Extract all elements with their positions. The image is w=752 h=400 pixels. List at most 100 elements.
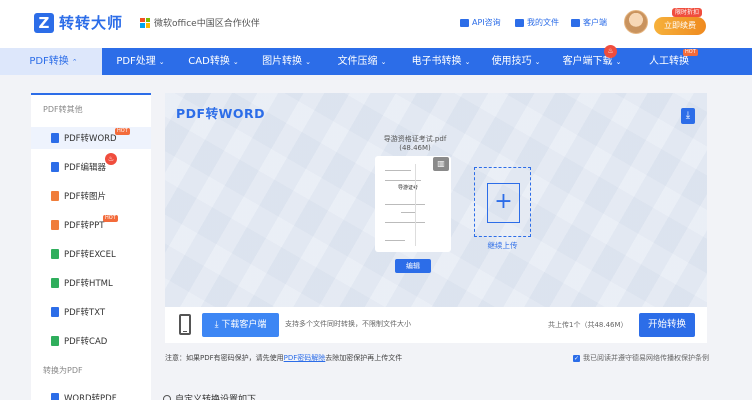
nav-label: CAD转换 bbox=[188, 56, 230, 67]
agreement[interactable]: ✓ 我已阅读并遵守德易网络传播权保护条例 bbox=[573, 353, 709, 363]
nav-label: 人工转换 bbox=[649, 56, 689, 67]
page: Z 转转大师 微软office中国区合作伙伴 API咨询 我的文件 客户端 限时… bbox=[0, 0, 752, 400]
notice-suffix: 去除加密保护再上传文件 bbox=[325, 354, 403, 362]
chevron-down-icon: ⌄ bbox=[380, 58, 387, 66]
avatar[interactable] bbox=[624, 10, 648, 34]
upload-count: 共上传1个（共48.46M） bbox=[548, 321, 628, 329]
nav-pdf-convert[interactable]: PDF转换 ⌃ bbox=[0, 48, 102, 75]
sidebar-item-label: WORD转PDF bbox=[64, 394, 117, 400]
download-client-button[interactable]: ⤓ 下载客户端 bbox=[202, 313, 279, 337]
sidebar-item-label: PDF编辑器 bbox=[64, 163, 107, 173]
nav-cad-convert[interactable]: CAD转换 ⌄ bbox=[179, 48, 248, 75]
renew-button[interactable]: 立即续费 bbox=[654, 17, 706, 35]
page-title: PDF转WORD bbox=[176, 106, 265, 121]
nav-file-compress[interactable]: 文件压缩 ⌄ bbox=[325, 48, 399, 75]
password-notice: 注意：如果PDF有密码保护，请先使用PDF密码解除去除加密保护再上传文件 bbox=[165, 353, 402, 363]
nav-tips[interactable]: 使用技巧 ⌄ bbox=[483, 48, 549, 75]
sidebar: PDF转其他 PDF转WORD HOT PDF编辑器 ♨ PDF转图片 PDF转… bbox=[31, 93, 151, 400]
continue-upload-label[interactable]: 继续上传 bbox=[465, 240, 540, 251]
sidebar-item-pdf-to-word[interactable]: PDF转WORD HOT bbox=[31, 127, 151, 149]
logo-text: 转转大师 bbox=[59, 14, 124, 32]
action-bar: ⤓ 下载客户端 支持多个文件同时转换，不限制文件大小 共上传1个（共48.46M… bbox=[165, 307, 707, 343]
download-icon[interactable]: ⤓ bbox=[681, 108, 695, 124]
continue-upload-box[interactable]: + bbox=[474, 167, 531, 237]
nav-label: 图片转换 bbox=[262, 56, 303, 67]
phone-icon bbox=[179, 314, 191, 335]
editor-icon bbox=[51, 162, 59, 172]
client-label: 客户端 bbox=[583, 18, 607, 27]
sidebar-item-label: PDF转PPT bbox=[64, 221, 105, 231]
cad-icon bbox=[51, 336, 59, 346]
partner-badge: 微软office中国区合作伙伴 bbox=[140, 16, 260, 29]
client-link[interactable]: 客户端 bbox=[571, 17, 607, 28]
settings-icon bbox=[163, 394, 171, 400]
sidebar-item-label: PDF转HTML bbox=[64, 279, 113, 289]
upload-hint: 支持多个文件同时转换，不限制文件大小 bbox=[285, 320, 411, 328]
sidebar-item-pdf-to-html[interactable]: PDF转HTML bbox=[31, 272, 151, 294]
chat-icon bbox=[460, 18, 469, 27]
logo[interactable]: Z 转转大师 bbox=[34, 12, 123, 33]
custom-settings[interactable]: 自定义转换设置如下 bbox=[163, 392, 256, 400]
sidebar-item-pdf-to-ppt[interactable]: PDF转PPT HOT bbox=[31, 214, 151, 236]
logo-icon: Z bbox=[34, 12, 54, 33]
start-convert-button[interactable]: 开始转换 bbox=[639, 313, 695, 337]
my-files-link[interactable]: 我的文件 bbox=[515, 17, 559, 28]
chevron-down-icon: ⌄ bbox=[232, 58, 239, 66]
thumb-line bbox=[385, 170, 411, 171]
chevron-down-icon: ⌄ bbox=[305, 58, 311, 66]
pdf-unlock-link[interactable]: PDF密码解除 bbox=[284, 354, 326, 362]
upload-area: PDF转WORD ⤓ 导游资格证考试.pdf (48.46M) 导游证考 ▥ 编… bbox=[165, 93, 707, 307]
flame-icon: ♨ bbox=[105, 153, 117, 165]
partner-text: 微软office中国区合作伙伴 bbox=[154, 19, 260, 29]
sidebar-item-pdf-to-txt[interactable]: PDF转TXT bbox=[31, 301, 151, 323]
word-icon bbox=[51, 393, 59, 400]
nav-manual-convert[interactable]: 人工转换 HOT bbox=[635, 48, 703, 75]
sidebar-item-label: PDF转EXCEL bbox=[64, 250, 116, 260]
txt-icon bbox=[51, 307, 59, 317]
thumb-line bbox=[385, 240, 405, 241]
microsoft-icon bbox=[140, 17, 150, 28]
custom-settings-label: 自定义转换设置如下 bbox=[175, 395, 257, 400]
sidebar-item-word-to-pdf[interactable]: WORD转PDF bbox=[31, 387, 151, 400]
my-files-label: 我的文件 bbox=[527, 18, 559, 27]
sidebar-item-label: PDF转图片 bbox=[64, 192, 107, 202]
agreement-label: 我已阅读并遵守德易网络传播权保护条例 bbox=[583, 354, 709, 362]
thumb-line bbox=[385, 222, 425, 223]
sidebar-item-pdf-to-excel[interactable]: PDF转EXCEL bbox=[31, 243, 151, 265]
folder-icon bbox=[515, 18, 524, 27]
sidebar-item-pdf-to-cad[interactable]: PDF转CAD bbox=[31, 330, 151, 352]
sidebar-item-label: PDF转CAD bbox=[64, 337, 108, 347]
main-nav: PDF转换 ⌃ PDF处理 ⌄ CAD转换 ⌄ 图片转换 ⌄ 文件压缩 ⌄ 电子书转换 ⌄ … bbox=[0, 45, 752, 75]
chevron-down-icon: ⌄ bbox=[464, 58, 471, 66]
hot-badge: HOT bbox=[115, 128, 130, 135]
nav-pdf-process[interactable]: PDF处理 ⌄ bbox=[102, 48, 179, 75]
nav-image-convert[interactable]: 图片转换 ⌄ bbox=[248, 48, 325, 75]
nav-client-download[interactable]: 客户端下载 ⌄ ♨ bbox=[549, 45, 635, 75]
chevron-down-icon: ⌄ bbox=[158, 58, 165, 66]
sidebar-item-pdf-to-image[interactable]: PDF转图片 bbox=[31, 185, 151, 207]
edit-button[interactable]: 编辑 bbox=[395, 259, 431, 273]
chevron-down-icon: ⌄ bbox=[534, 58, 541, 66]
nav-ebook-convert[interactable]: 电子书转换 ⌄ bbox=[399, 48, 483, 75]
html-icon bbox=[51, 278, 59, 288]
trash-icon[interactable]: ▥ bbox=[433, 157, 449, 171]
file-size: (48.46M) bbox=[399, 144, 431, 152]
api-consult-link[interactable]: API咨询 bbox=[460, 17, 501, 28]
thumb-line bbox=[401, 212, 415, 213]
top-header: Z 转转大师 微软office中国区合作伙伴 API咨询 我的文件 客户端 限时… bbox=[0, 0, 752, 48]
word-icon bbox=[51, 133, 59, 143]
image-icon bbox=[51, 191, 59, 201]
excel-icon bbox=[51, 249, 59, 259]
sidebar-item-pdf-editor[interactable]: PDF编辑器 ♨ bbox=[31, 153, 151, 178]
nav-label: PDF转换 bbox=[29, 56, 69, 67]
nav-label: 文件压缩 bbox=[337, 56, 378, 67]
nav-label: PDF处理 bbox=[116, 56, 156, 67]
limited-discount-badge: 限时折扣 bbox=[672, 8, 703, 17]
plus-icon: + bbox=[487, 183, 520, 223]
thumb-line bbox=[385, 204, 425, 205]
notice-prefix: 注意：如果PDF有密码保护，请先使用 bbox=[165, 354, 284, 362]
checkbox[interactable]: ✓ bbox=[573, 354, 580, 362]
file-name: 导游资格证考试.pdf bbox=[383, 135, 447, 143]
monitor-icon bbox=[571, 18, 580, 27]
thumb-line bbox=[415, 164, 416, 246]
